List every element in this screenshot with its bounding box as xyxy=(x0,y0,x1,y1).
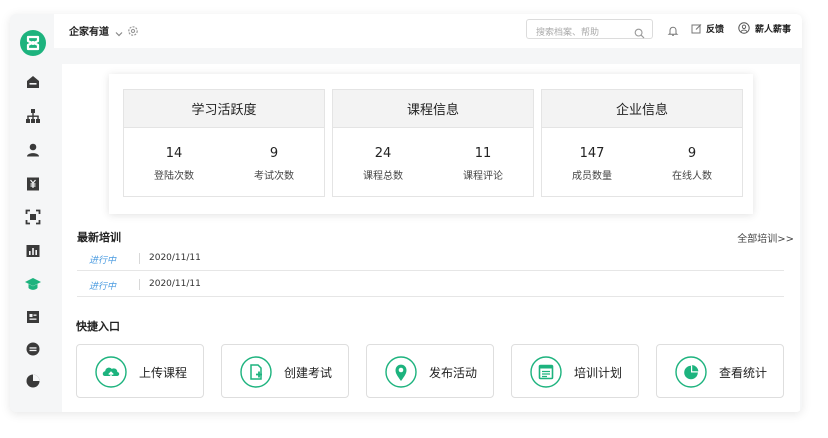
message-icon[interactable] xyxy=(24,340,42,358)
user-icon[interactable] xyxy=(24,141,42,159)
graduation-cap-icon[interactable] xyxy=(24,275,42,293)
app-window: 企家有道 反馈 薪人薪事 学习活跃度 xyxy=(10,14,802,412)
finance-icon[interactable] xyxy=(24,175,42,193)
stat-title: 企业信息 xyxy=(542,90,742,128)
quick-button-label: 上传课程 xyxy=(139,366,188,380)
divider xyxy=(139,279,140,290)
pie-chart-icon[interactable] xyxy=(24,372,42,390)
training-status: 进行中 xyxy=(89,282,117,292)
location-pin-icon xyxy=(385,356,417,388)
stat-label: 课程总数 xyxy=(363,171,403,182)
user-menu[interactable]: 薪人薪事 xyxy=(738,21,791,35)
training-row[interactable]: 进行中 2020/11/11 xyxy=(77,273,784,297)
divider xyxy=(139,253,140,264)
publish-activity-button[interactable]: 发布活动 xyxy=(366,344,494,398)
training-date: 2020/11/11 xyxy=(149,253,201,263)
stat-block-activity: 学习活跃度 14 登陆次数 9 考试次数 xyxy=(123,89,325,197)
training-status: 进行中 xyxy=(89,256,117,266)
stat-label: 在线人数 xyxy=(672,171,712,182)
create-exam-button[interactable]: 创建考试 xyxy=(221,344,349,398)
stat-value: 9 xyxy=(687,146,697,161)
home-icon[interactable] xyxy=(24,73,42,91)
feedback-button[interactable]: 反馈 xyxy=(691,21,724,35)
calendar-plan-icon xyxy=(530,356,562,388)
stat-label: 成员数量 xyxy=(572,171,612,182)
stat-cell: 24 课程总数 xyxy=(333,146,433,182)
stat-label: 课程评论 xyxy=(463,171,503,182)
bell-icon[interactable] xyxy=(667,22,679,36)
cloud-upload-icon xyxy=(95,356,127,388)
stat-value: 9 xyxy=(269,146,279,161)
upload-course-button[interactable]: 上传课程 xyxy=(76,344,204,398)
stat-title: 课程信息 xyxy=(333,90,533,128)
all-training-link[interactable]: 全部培训>> xyxy=(737,230,794,245)
stat-cell: 147 成员数量 xyxy=(542,146,642,182)
training-date: 2020/11/11 xyxy=(149,279,201,289)
scan-icon[interactable] xyxy=(24,208,42,226)
stat-cell: 9 考试次数 xyxy=(224,146,324,182)
stat-label: 考试次数 xyxy=(254,171,294,182)
app-logo-icon[interactable] xyxy=(20,30,46,56)
stat-title: 学习活跃度 xyxy=(124,90,324,128)
org-tree-icon[interactable] xyxy=(24,107,42,125)
stat-value: 11 xyxy=(474,146,492,161)
stats-card: 学习活跃度 14 登陆次数 9 考试次数 课程信息 24 课程总数 11 课程评… xyxy=(109,74,753,214)
stat-block-courses: 课程信息 24 课程总数 11 课程评论 xyxy=(332,89,534,197)
chevron-down-icon[interactable] xyxy=(114,24,124,37)
latest-training-title: 最新培训 xyxy=(77,231,121,244)
chart-icon[interactable] xyxy=(24,242,42,260)
main-content: 学习活跃度 14 登陆次数 9 考试次数 课程信息 24 课程总数 11 课程评… xyxy=(62,64,800,412)
org-name[interactable]: 企家有道 xyxy=(69,23,109,38)
stat-cell: 9 在线人数 xyxy=(642,146,742,182)
stat-value: 24 xyxy=(374,146,392,161)
search-box xyxy=(526,19,653,42)
training-plan-button[interactable]: 培训计划 xyxy=(511,344,639,398)
edit-icon xyxy=(691,23,702,33)
search-input[interactable] xyxy=(527,24,627,42)
user-avatar-icon xyxy=(738,22,750,34)
stat-value: 147 xyxy=(579,146,605,161)
stats-pie-icon xyxy=(675,356,707,388)
top-header: 企家有道 反馈 薪人薪事 xyxy=(54,14,802,48)
quick-button-label: 创建考试 xyxy=(284,366,333,380)
quick-button-label: 发布活动 xyxy=(429,366,478,380)
stat-value: 14 xyxy=(165,146,183,161)
document-icon[interactable] xyxy=(24,308,42,326)
sidebar xyxy=(10,14,54,412)
quick-button-label: 查看统计 xyxy=(719,366,768,380)
gear-icon[interactable] xyxy=(127,22,139,36)
stat-block-company: 企业信息 147 成员数量 9 在线人数 xyxy=(541,89,743,197)
stat-cell: 14 登陆次数 xyxy=(124,146,224,182)
stat-label: 登陆次数 xyxy=(154,171,194,182)
new-exam-icon xyxy=(240,356,272,388)
quick-button-label: 培训计划 xyxy=(574,366,623,380)
feedback-label: 反馈 xyxy=(706,24,725,35)
stat-cell: 11 课程评论 xyxy=(433,146,533,182)
quick-entry-title: 快捷入口 xyxy=(76,320,120,333)
search-icon[interactable] xyxy=(634,24,645,39)
training-row[interactable]: 进行中 2020/11/11 xyxy=(77,247,784,271)
view-stats-button[interactable]: 查看统计 xyxy=(656,344,784,398)
user-name: 薪人薪事 xyxy=(755,24,792,35)
